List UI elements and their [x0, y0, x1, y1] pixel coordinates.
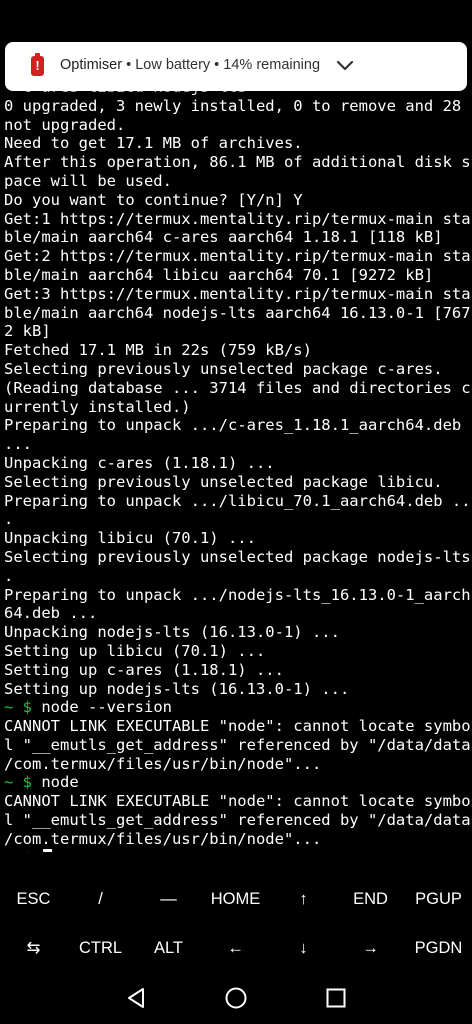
terminal-line: Selecting previously unselected package … [4, 359, 443, 378]
terminal-line: Preparing to unpack .../nodejs-lts_16.13… [4, 585, 470, 604]
extra-keys-bar: ESC / — HOME ↑ END PGUP ⇆ CTRL ALT ← ↓ →… [0, 872, 472, 972]
terminal-output[interactable]: c-ares libicu nodejs-lts0 upgraded, 3 ne… [4, 78, 470, 852]
recents-icon [326, 988, 346, 1008]
terminal-line: Get:1 https://termux.mentality.rip/termu… [4, 209, 470, 228]
key-alt[interactable]: ALT [135, 938, 202, 958]
terminal-line: 64.deb ... [4, 604, 98, 623]
prompt-symbol: ~ $ [4, 698, 32, 717]
key-esc[interactable]: ESC [0, 889, 67, 909]
terminal-line: Fetched 17.1 MB in 22s (759 kB/s) [4, 341, 312, 360]
terminal-line: ... [4, 435, 32, 454]
chevron-down-icon[interactable] [335, 56, 355, 76]
key-tab[interactable]: ⇆ [0, 938, 67, 958]
notification-message: Low battery [135, 57, 211, 73]
key-dash[interactable]: — [135, 889, 202, 909]
low-battery-notification[interactable]: ! Optimiser • Low battery • 14% remainin… [5, 42, 467, 91]
key-home[interactable]: HOME [202, 889, 269, 909]
terminal-line: Unpacking nodejs-lts (16.13.0-1) ... [4, 623, 340, 642]
terminal-command-line: ~ $ node [4, 773, 470, 792]
terminal-history: c-ares libicu nodejs-lts0 upgraded, 3 ne… [4, 78, 470, 698]
system-navigation-bar [0, 972, 472, 1024]
key-right-arrow[interactable]: → [337, 938, 404, 958]
notification-text: Optimiser • Low battery • 14% remaining [60, 57, 321, 73]
terminal-input-line[interactable]: ~ $ [4, 848, 470, 852]
terminal-line: ble/main aarch64 c-ares aarch64 1.18.1 [… [4, 228, 443, 247]
error-line: CANNOT LINK EXECUTABLE "node": cannot lo… [4, 792, 470, 811]
terminal-line: Preparing to unpack .../c-ares_1.18.1_aa… [4, 416, 462, 435]
key-slash[interactable]: / [67, 889, 134, 909]
terminal-line: Get:3 https://termux.mentality.rip/termu… [4, 284, 470, 303]
terminal-line: Unpacking libicu (70.1) ... [4, 529, 256, 548]
terminal-line: . [4, 510, 14, 529]
terminal-line: Get:2 https://termux.mentality.rip/termu… [4, 247, 470, 266]
prompt-symbol: ~ $ [4, 773, 32, 792]
terminal-line: . [4, 566, 14, 585]
error-line: CANNOT LINK EXECUTABLE "node": cannot lo… [4, 717, 470, 736]
terminal-line: Setting up libicu (70.1) ... [4, 641, 266, 660]
terminal-line: After this operation, 86.1 MB of additio… [4, 153, 470, 172]
terminal-line: ble/main aarch64 nodejs-lts aarch64 16.1… [4, 303, 470, 322]
key-ctrl[interactable]: CTRL [67, 938, 134, 958]
home-button[interactable] [206, 972, 266, 1024]
recents-button[interactable] [306, 972, 366, 1024]
terminal-line: Setting up c-ares (1.18.1) ... [4, 660, 284, 679]
terminal-line: Need to get 17.1 MB of archives. [4, 134, 303, 153]
terminal-line: Selecting previously unselected package … [4, 472, 443, 491]
key-down-arrow[interactable]: ↓ [270, 938, 337, 958]
key-pgup[interactable]: PGUP [405, 889, 472, 909]
terminal-line: 2 kB] [4, 322, 51, 341]
key-pgdn[interactable]: PGDN [405, 938, 472, 958]
text-cursor [43, 848, 53, 852]
terminal-line: (Reading database ... 3714 files and dir… [4, 378, 470, 397]
back-button[interactable] [106, 972, 166, 1024]
terminal-line: urrently installed.) [4, 397, 191, 416]
terminal-line: ble/main aarch64 libicu aarch64 70.1 [92… [4, 265, 434, 284]
key-left-arrow[interactable]: ← [202, 938, 269, 958]
error-line: /com.termux/files/usr/bin/node"... [4, 829, 322, 848]
terminal-line: Unpacking c-ares (1.18.1) ... [4, 453, 275, 472]
command-text: node --version [41, 698, 172, 717]
terminal-line: pace will be used. [4, 171, 172, 190]
error-line: l "__emutls_get_address" referenced by "… [4, 735, 470, 754]
terminal-line: Do you want to continue? [Y/n] Y [4, 190, 303, 209]
notification-detail: 14% remaining [223, 57, 321, 73]
notification-app-name: Optimiser [60, 57, 123, 73]
battery-warning-icon: ! [31, 53, 44, 76]
terminal-line: Setting up nodejs-lts (16.13.0-1) ... [4, 679, 350, 698]
prompt-symbol: ~ $ [4, 849, 32, 852]
error-line: l "__emutls_get_address" referenced by "… [4, 811, 470, 830]
error-line: /com.termux/files/usr/bin/node"... [4, 754, 322, 773]
terminal-line: Preparing to unpack .../libicu_70.1_aarc… [4, 491, 470, 510]
terminal-line: 0 upgraded, 3 newly installed, 0 to remo… [4, 96, 462, 115]
back-icon [128, 988, 144, 1008]
terminal-line: Selecting previously unselected package … [4, 547, 470, 566]
home-icon [225, 987, 247, 1009]
terminal-command-line: ~ $ node --version [4, 698, 470, 717]
terminal-line: not upgraded. [4, 115, 126, 134]
key-end[interactable]: END [337, 889, 404, 909]
key-up-arrow[interactable]: ↑ [270, 889, 337, 909]
command-text: node [41, 773, 79, 792]
